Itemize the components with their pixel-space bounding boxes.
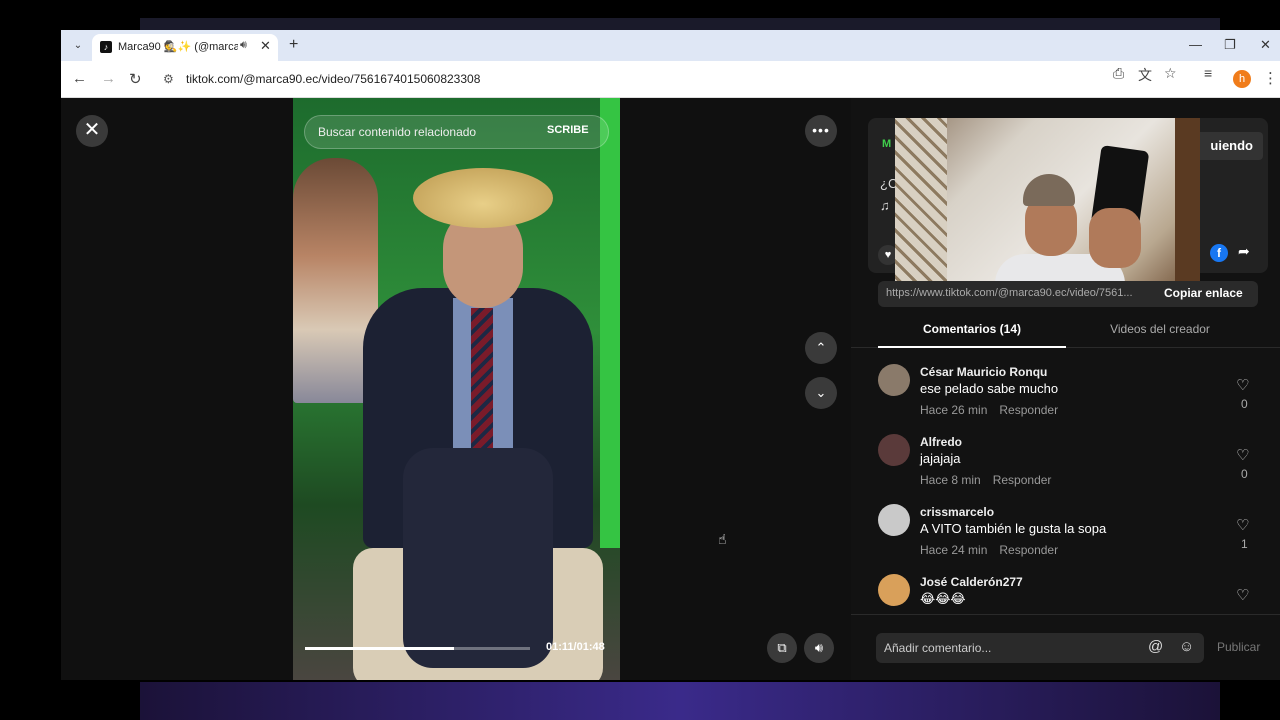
mention-icon[interactable]: @ bbox=[1148, 638, 1163, 655]
video-time: 01:11/01:48 bbox=[546, 641, 605, 653]
comment-like-icon[interactable]: ♡ bbox=[1236, 446, 1249, 464]
comment-meta: Hace 24 min Responder bbox=[920, 543, 1058, 557]
related-search-placeholder: Buscar contenido relacionado bbox=[318, 125, 477, 139]
profile-avatar[interactable]: h bbox=[1233, 70, 1251, 88]
tab-search-icon[interactable]: ⌄ bbox=[70, 38, 86, 54]
background-bottom bbox=[140, 682, 1220, 720]
video-progress-fill bbox=[305, 647, 454, 650]
new-tab-icon[interactable]: + bbox=[289, 36, 298, 54]
comment-author[interactable]: crissmarcelo bbox=[920, 505, 994, 519]
comment-item: Alfredo jajajaja Hace 8 min Responder ♡ 0 bbox=[878, 434, 1258, 504]
comment-meta: Hace 8 min Responder bbox=[920, 473, 1051, 487]
tab-title: Marca90 🕵️✨ (@marca90 ... bbox=[118, 41, 238, 53]
comment-time: Hace 8 min bbox=[920, 473, 981, 487]
emoji-icon[interactable]: ☺ bbox=[1179, 638, 1194, 655]
comment-composer: Añadir comentario... @ ☺ Publicar bbox=[851, 614, 1280, 680]
copy-link-button[interactable]: Copiar enlace bbox=[1164, 286, 1243, 300]
share-link-url[interactable]: https://www.tiktok.com/@marca90.ec/video… bbox=[886, 287, 1156, 299]
tab-comments[interactable]: Comentarios (14) bbox=[878, 316, 1066, 348]
tab-bar: ⌄ ♪ Marca90 🕵️✨ (@marca90 ... 🔊︎ ✕ + — ❐… bbox=[61, 30, 1280, 61]
browser-tab[interactable]: ♪ Marca90 🕵️✨ (@marca90 ... 🔊︎ ✕ bbox=[92, 34, 278, 61]
sidebar-tabs: Comentarios (14) Videos del creador bbox=[851, 316, 1280, 348]
page-content: ✕ Buscar contenido relacionado SCRIBE 01… bbox=[61, 98, 1280, 680]
volume-icon[interactable]: 🔊︎ bbox=[804, 633, 834, 663]
share-link-row: https://www.tiktok.com/@marca90.ec/video… bbox=[878, 281, 1258, 307]
comment-placeholder: Añadir comentario... bbox=[884, 641, 992, 655]
comment-input[interactable]: Añadir comentario... @ ☺ bbox=[876, 633, 1204, 663]
comment-author[interactable]: Alfredo bbox=[920, 435, 962, 449]
url-text[interactable]: tiktok.com/@marca90.ec/video/75616740150… bbox=[186, 72, 480, 86]
reply-button[interactable]: Responder bbox=[999, 543, 1058, 557]
back-icon[interactable]: ← bbox=[72, 70, 87, 87]
reply-button[interactable]: Responder bbox=[999, 403, 1058, 417]
reload-icon[interactable]: ↻ bbox=[129, 70, 142, 88]
site-settings-icon[interactable]: ⚙ bbox=[163, 72, 174, 86]
comment-like-count: 0 bbox=[1241, 397, 1248, 411]
comment-text: jajajaja bbox=[920, 451, 961, 466]
browser-menu-icon[interactable]: ⋮ bbox=[1263, 69, 1278, 87]
comment-text: A VITO también le gusta la sopa bbox=[920, 521, 1107, 536]
previous-video-button[interactable]: ⌃ bbox=[805, 332, 837, 364]
tiktok-icon: ♪ bbox=[100, 41, 112, 53]
avatar[interactable] bbox=[878, 364, 910, 396]
brand-logo: SCRIBE bbox=[547, 124, 589, 136]
more-options-button[interactable]: ••• bbox=[805, 115, 837, 147]
comment-like-count: 0 bbox=[1241, 467, 1248, 481]
avatar[interactable] bbox=[878, 574, 910, 606]
music-note-icon: ♫ bbox=[880, 198, 890, 213]
bookmark-star-icon[interactable]: ☆ bbox=[1164, 65, 1177, 82]
close-window-icon[interactable]: ✕ bbox=[1260, 37, 1271, 53]
comment-list: César Mauricio Ronqu ese pelado sabe much… bbox=[851, 356, 1280, 612]
close-video-button[interactable]: ✕ bbox=[76, 115, 108, 147]
comment-like-icon[interactable]: ♡ bbox=[1236, 586, 1249, 604]
install-icon[interactable]: ⎙ bbox=[1113, 65, 1124, 82]
next-video-button[interactable]: ⌄ bbox=[805, 377, 837, 409]
reply-button[interactable]: Responder bbox=[993, 473, 1052, 487]
comment-meta: Hace 26 min Responder bbox=[920, 403, 1058, 417]
omnibox[interactable]: ⚙ tiktok.com/@marca90.ec/video/756167401… bbox=[157, 66, 1227, 93]
comment-item: José Calderón277 😂😂😂 ♡ bbox=[878, 574, 1258, 612]
comment-author[interactable]: José Calderón277 bbox=[920, 575, 1023, 589]
share-icon[interactable]: ➦ bbox=[1238, 243, 1250, 260]
comment-text: 😂😂😂 bbox=[920, 591, 966, 606]
address-bar: ← → ↻ ⚙ tiktok.com/@marca90.ec/video/756… bbox=[61, 61, 1280, 98]
forward-icon[interactable]: → bbox=[101, 70, 116, 87]
comment-text: ese pelado sabe mucho bbox=[920, 381, 1059, 396]
publish-button[interactable]: Publicar bbox=[1217, 640, 1260, 654]
comment-like-count: 1 bbox=[1241, 537, 1248, 551]
close-tab-icon[interactable]: ✕ bbox=[260, 38, 271, 54]
facebook-icon[interactable]: f bbox=[1210, 244, 1228, 262]
comment-item: César Mauricio Ronqu ese pelado sabe much… bbox=[878, 364, 1258, 434]
tab-creator-videos[interactable]: Videos del creador bbox=[1066, 316, 1254, 348]
avatar[interactable] bbox=[878, 504, 910, 536]
comment-time: Hace 26 min bbox=[920, 403, 988, 417]
comment-like-icon[interactable]: ♡ bbox=[1236, 516, 1249, 534]
background-top bbox=[140, 18, 1220, 30]
comment-author[interactable]: César Mauricio Ronqu bbox=[920, 365, 1047, 379]
video-frame[interactable] bbox=[293, 98, 620, 680]
restore-icon[interactable]: ❐ bbox=[1224, 37, 1236, 53]
video-area: ✕ Buscar contenido relacionado SCRIBE 01… bbox=[61, 98, 851, 680]
author-handle[interactable]: M bbox=[882, 138, 891, 150]
avatar[interactable] bbox=[878, 434, 910, 466]
comment-time: Hace 24 min bbox=[920, 543, 988, 557]
video-presenter bbox=[333, 168, 603, 680]
video-progress-bar[interactable] bbox=[305, 647, 530, 650]
speaker-icon[interactable]: 🔊︎ bbox=[240, 39, 247, 52]
minimize-icon[interactable]: — bbox=[1189, 37, 1202, 52]
comment-item: crissmarcelo A VITO también le gusta la s… bbox=[878, 504, 1258, 574]
floating-player-icon[interactable]: ⧉ bbox=[767, 633, 797, 663]
browser-window: ⌄ ♪ Marca90 🕵️✨ (@marca90 ... 🔊︎ ✕ + — ❐… bbox=[61, 30, 1280, 680]
mouse-cursor: ☝ bbox=[718, 531, 727, 547]
video-sidebar: M ¿C ♫ uiendo ♥ f ➦ https://www.tiktok.c… bbox=[851, 98, 1280, 680]
webcam-overlay bbox=[895, 118, 1200, 290]
comment-like-icon[interactable]: ♡ bbox=[1236, 376, 1249, 394]
media-queue-icon[interactable]: ≡ bbox=[1204, 65, 1212, 81]
translate-icon[interactable]: 文 bbox=[1138, 65, 1152, 85]
